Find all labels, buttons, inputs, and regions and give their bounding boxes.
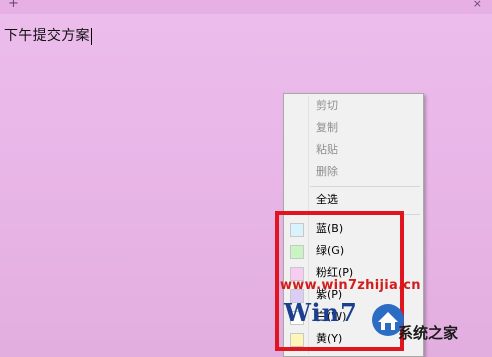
note-text: 下午提交方案 bbox=[4, 28, 90, 44]
menu-item-cut[interactable]: 剪切 bbox=[284, 95, 423, 117]
menu-item-label: 复制 bbox=[316, 121, 338, 134]
note-title-bar[interactable]: + × bbox=[0, 0, 492, 14]
watermark-brand: 系统之家 bbox=[398, 324, 459, 342]
menu-item-label: 粘贴 bbox=[316, 143, 338, 156]
menu-item-paste[interactable]: 粘贴 bbox=[284, 139, 423, 161]
menu-item-label: 全选 bbox=[316, 193, 338, 206]
menu-separator bbox=[310, 186, 420, 187]
close-note-button[interactable]: × bbox=[473, 0, 482, 11]
menu-item-label: 剪切 bbox=[316, 99, 338, 112]
watermark-logo-text: Win7 bbox=[284, 298, 358, 327]
menu-item-select-all[interactable]: 全选 bbox=[284, 189, 423, 211]
menu-item-delete[interactable]: 删除 bbox=[284, 161, 423, 183]
watermark-url: www.win7zhijia.cn bbox=[280, 278, 421, 293]
menu-item-copy[interactable]: 复制 bbox=[284, 117, 423, 139]
menu-item-label: 删除 bbox=[316, 165, 338, 178]
text-cursor bbox=[90, 27, 92, 45]
add-note-button[interactable]: + bbox=[8, 0, 19, 11]
site-watermark: www.win7zhijia.cn Win7 系统之家 bbox=[278, 276, 492, 357]
note-text-area[interactable]: 下午提交方案 bbox=[4, 25, 92, 45]
